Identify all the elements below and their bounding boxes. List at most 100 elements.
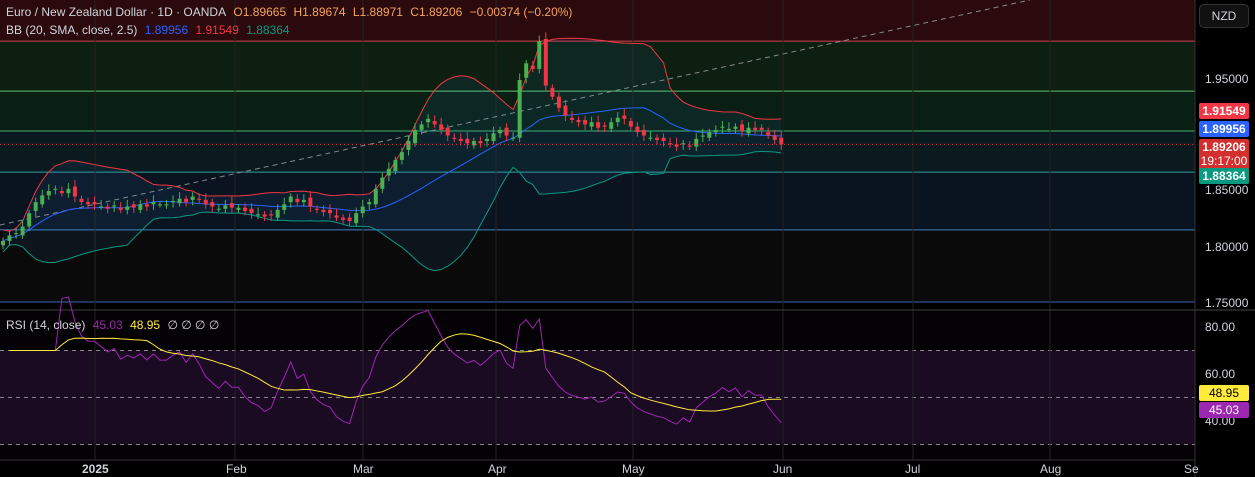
candle-body <box>112 205 117 207</box>
last-price-tag: 1.89206 19:17:00 <box>1199 139 1249 171</box>
candle-body <box>14 233 19 235</box>
candle-body <box>622 115 627 119</box>
candle-body <box>7 235 12 241</box>
candle-body <box>445 127 450 136</box>
candle-body <box>334 215 339 218</box>
candle-body <box>556 96 561 108</box>
candle-body <box>426 118 431 123</box>
symbol-legend: Euro / New Zealand Dollar · 1D · OANDA O… <box>6 5 576 19</box>
candle-body <box>53 188 58 190</box>
candle-body <box>720 126 725 128</box>
candle-body <box>458 138 463 142</box>
bb-basis-value: 1.89956 <box>144 23 189 37</box>
candle-body <box>27 213 32 227</box>
chart-canvas[interactable] <box>0 0 1255 477</box>
candle-body <box>661 137 666 142</box>
candle-body <box>583 119 588 125</box>
time-label: Mar <box>353 462 374 476</box>
candle-body <box>399 152 404 160</box>
candle-body <box>543 38 548 86</box>
rsi-ma-tag: 48.95 <box>1199 385 1249 401</box>
candle-body <box>753 127 758 130</box>
candle-body <box>328 209 332 214</box>
candle-body <box>779 137 784 145</box>
price-tick: 1.95000 <box>1205 72 1249 86</box>
symbol-title: Euro / New Zealand Dollar · 1D · OANDA <box>6 5 227 19</box>
candle-body <box>314 208 319 210</box>
candle-body <box>72 186 77 197</box>
candle-body <box>40 195 45 205</box>
time-label: Jul <box>905 462 921 476</box>
candle-body <box>393 159 398 172</box>
candle-body <box>713 129 718 133</box>
candle-body <box>380 177 385 189</box>
candle-body <box>190 196 195 200</box>
candle-body <box>288 196 293 203</box>
candle-body <box>341 217 346 220</box>
candle-body <box>452 137 457 139</box>
candle-body <box>569 117 574 120</box>
candle-body <box>419 124 424 130</box>
candle-body <box>615 117 620 123</box>
candle-body <box>92 202 97 205</box>
candle-body <box>79 198 84 203</box>
candle-body <box>694 138 699 147</box>
candle-body <box>432 121 437 125</box>
price-tick: 1.80000 <box>1205 240 1249 254</box>
candle-body <box>347 217 352 221</box>
candle-body <box>216 208 221 210</box>
candle-body <box>144 204 149 207</box>
rsi-legend[interactable]: RSI (14, close) 45.03 48.95 ∅ ∅ ∅ ∅ <box>6 318 223 332</box>
candle-body <box>99 206 104 208</box>
time-label: 2025 <box>82 462 109 476</box>
candle-body <box>282 204 287 210</box>
bb-lower-value: 1.88364 <box>246 23 290 37</box>
candle-body <box>563 105 568 116</box>
candle-body <box>125 206 130 210</box>
bb-upper-value: 1.91549 <box>195 23 239 37</box>
candle-body <box>321 209 326 213</box>
candle-body <box>406 141 411 150</box>
candle-body <box>589 122 594 127</box>
rsi-tag: 45.03 <box>1199 402 1249 418</box>
bb-label: BB (20, SMA, close, 2.5) <box>6 23 138 37</box>
price-tick: 1.85000 <box>1205 183 1249 197</box>
rsi-value: 45.03 <box>92 318 123 332</box>
bb-lower-tag: 1.88364 <box>1199 168 1249 184</box>
candle-body <box>655 137 659 140</box>
candle-body <box>236 207 241 210</box>
candle-body <box>86 202 91 205</box>
ohlc-open: O1.89665 <box>233 5 287 19</box>
candle-body <box>386 168 391 176</box>
candle-body <box>609 122 614 129</box>
zone-band <box>0 229 1195 302</box>
candle-body <box>157 204 162 206</box>
candle-body <box>360 206 365 214</box>
time-label: Jun <box>773 462 793 476</box>
candle-body <box>498 129 503 134</box>
candle-body <box>46 191 51 196</box>
candle-body <box>596 122 601 128</box>
last-price: 1.89206 <box>1202 140 1246 154</box>
time-label: May <box>622 462 645 476</box>
rsi-ma-value: 48.95 <box>130 318 161 332</box>
candle-body <box>203 199 208 205</box>
bb-legend[interactable]: BB (20, SMA, close, 2.5) 1.89956 1.91549… <box>6 23 294 37</box>
candle-body <box>66 188 71 194</box>
candle-body <box>707 132 712 138</box>
candle-body <box>118 207 123 210</box>
currency-button[interactable]: NZD <box>1199 4 1249 28</box>
candle-body <box>413 129 418 144</box>
candle-body <box>131 204 136 208</box>
bar-countdown: 19:17:00 <box>1200 154 1248 168</box>
price-tick: 1.75000 <box>1205 296 1249 310</box>
candle-body <box>517 80 522 138</box>
ohlc-high: H1.89674 <box>293 5 346 19</box>
candle-body <box>641 129 646 136</box>
candle-body <box>138 204 143 210</box>
candle-body <box>740 124 745 132</box>
time-label: Apr <box>488 462 507 476</box>
time-label: Aug <box>1040 462 1062 476</box>
candle-body <box>700 135 705 137</box>
candle-body <box>373 188 378 205</box>
